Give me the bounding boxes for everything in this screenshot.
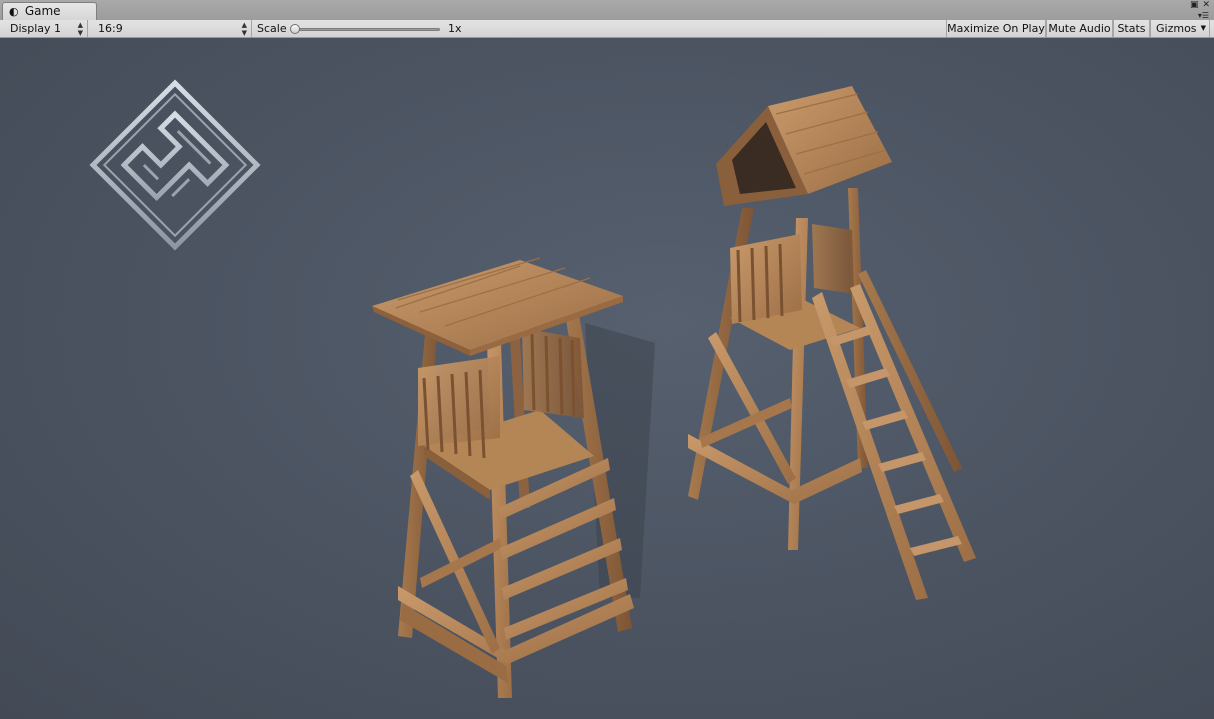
scale-value: 1x [448, 22, 462, 35]
stats-toggle[interactable]: Stats [1113, 20, 1150, 37]
maximize-on-play-label: Maximize On Play [947, 22, 1045, 35]
display-select[interactable]: Display 1 ▲ ▼ [4, 20, 88, 37]
scale-slider-track[interactable] [292, 28, 440, 31]
maximize-icon[interactable]: ▣ [1190, 0, 1199, 10]
gizmos-dropdown[interactable]: Gizmos ▼ [1150, 20, 1210, 37]
tab-bar: ◐ Game ▣ ✕ ▾☰ [0, 0, 1214, 21]
watchtower-flat-roof [372, 257, 655, 698]
tab-game-label: Game [24, 4, 61, 18]
scale-slider-thumb[interactable] [290, 24, 300, 34]
mute-audio-label: Mute Audio [1048, 22, 1111, 35]
display-select-value: Display 1 [10, 22, 62, 35]
watchtower-pitched-roof-with-stairs [688, 86, 976, 600]
tab-game[interactable]: ◐ Game [2, 2, 97, 20]
game-viewport[interactable] [0, 38, 1214, 719]
maximize-on-play-toggle[interactable]: Maximize On Play [946, 20, 1046, 37]
aspect-ratio-select[interactable]: 16:9 ▲ ▼ [92, 20, 252, 37]
gizmos-label: Gizmos [1156, 22, 1197, 35]
dropdown-arrow-icon: ▼ [1200, 24, 1206, 32]
close-icon[interactable]: ✕ [1202, 0, 1210, 10]
diamond-maze-logo [89, 79, 261, 251]
game-toolbar: Display 1 ▲ ▼ 16:9 ▲ ▼ Scale 1x Maximize O… [0, 20, 1214, 38]
select-arrows-icon: ▲ ▼ [241, 21, 247, 37]
select-arrows-icon: ▲ ▼ [77, 21, 83, 37]
game-controller-icon: ◐ [9, 5, 19, 18]
window-controls: ▣ ✕ [1186, 0, 1210, 10]
mute-audio-toggle[interactable]: Mute Audio [1046, 20, 1113, 37]
scene-render [89, 79, 976, 698]
aspect-ratio-value: 16:9 [98, 22, 123, 35]
panel-menu-icon[interactable]: ▾☰ [1198, 11, 1209, 20]
stats-label: Stats [1117, 22, 1146, 35]
scale-label: Scale [257, 22, 287, 35]
